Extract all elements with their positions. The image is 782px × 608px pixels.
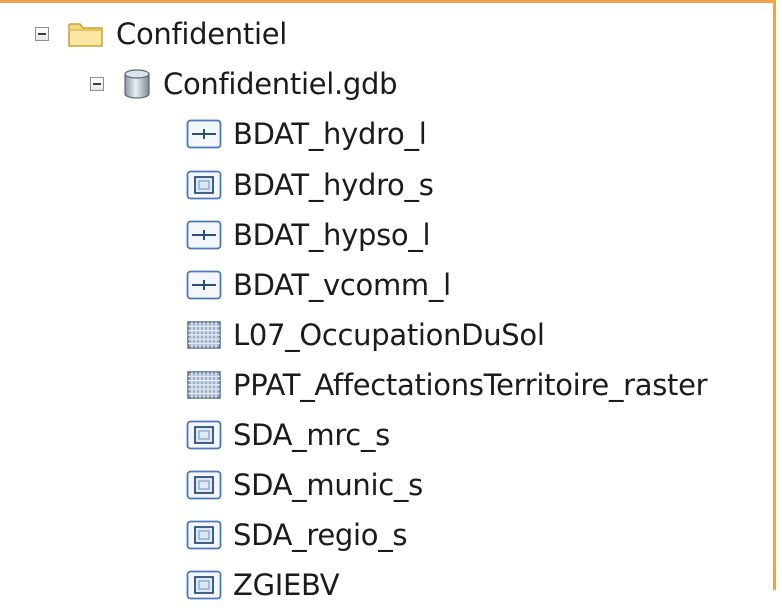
folder-icon — [67, 19, 105, 49]
tree-item[interactable]: SDA_munic_s — [186, 462, 423, 508]
geodatabase-icon — [122, 68, 152, 100]
polygon-feature-class-icon — [186, 170, 222, 200]
polygon-feature-class-icon — [186, 570, 222, 600]
raster-dataset-icon — [186, 320, 222, 350]
folder-label: Confidentiel — [116, 17, 287, 51]
polygon-feature-class-icon — [186, 420, 222, 450]
tree-item-label: L07_OccupationDuSol — [233, 318, 545, 352]
raster-dataset-icon — [186, 370, 222, 400]
polygon-feature-class-icon — [186, 470, 222, 500]
tree-node-folder[interactable]: Confidentiel — [35, 11, 287, 57]
collapse-toggle[interactable] — [90, 77, 104, 91]
tree-item[interactable]: BDAT_hydro_l — [186, 111, 427, 157]
catalog-tree-panel: Confidentiel Confidentiel.gdb BDAT_hydro… — [0, 0, 776, 602]
tree-item-label: BDAT_hypso_l — [233, 218, 431, 252]
tree-item-label: BDAT_hydro_l — [233, 117, 427, 151]
tree-item-label: SDA_mrc_s — [233, 418, 390, 452]
tree-item-label: ZGIEBV — [233, 568, 340, 602]
tree-item[interactable]: ZGIEBV — [186, 562, 340, 608]
tree-item-label: BDAT_hydro_s — [233, 168, 434, 202]
tree-item[interactable]: SDA_regio_s — [186, 512, 408, 558]
line-feature-class-icon — [186, 119, 222, 149]
tree-item-label: SDA_regio_s — [233, 518, 408, 552]
line-feature-class-icon — [186, 270, 222, 300]
tree-item-label: SDA_munic_s — [233, 468, 423, 502]
tree-item[interactable]: SDA_mrc_s — [186, 412, 390, 458]
collapse-toggle[interactable] — [35, 27, 49, 41]
tree-item[interactable]: BDAT_hypso_l — [186, 212, 431, 258]
geodatabase-label: Confidentiel.gdb — [163, 67, 398, 101]
tree-item[interactable]: BDAT_vcomm_l — [186, 262, 451, 308]
tree-item[interactable]: BDAT_hydro_s — [186, 162, 434, 208]
tree-node-geodatabase[interactable]: Confidentiel.gdb — [90, 61, 398, 107]
tree-item-label: PPAT_AffectationsTerritoire_raster — [233, 368, 708, 402]
line-feature-class-icon — [186, 220, 222, 250]
tree-item[interactable]: L07_OccupationDuSol — [186, 312, 545, 358]
catalog-tree: Confidentiel Confidentiel.gdb BDAT_hydro… — [0, 11, 773, 602]
tree-item[interactable]: PPAT_AffectationsTerritoire_raster — [186, 362, 708, 408]
tree-item-label: BDAT_vcomm_l — [233, 268, 451, 302]
polygon-feature-class-icon — [186, 520, 222, 550]
